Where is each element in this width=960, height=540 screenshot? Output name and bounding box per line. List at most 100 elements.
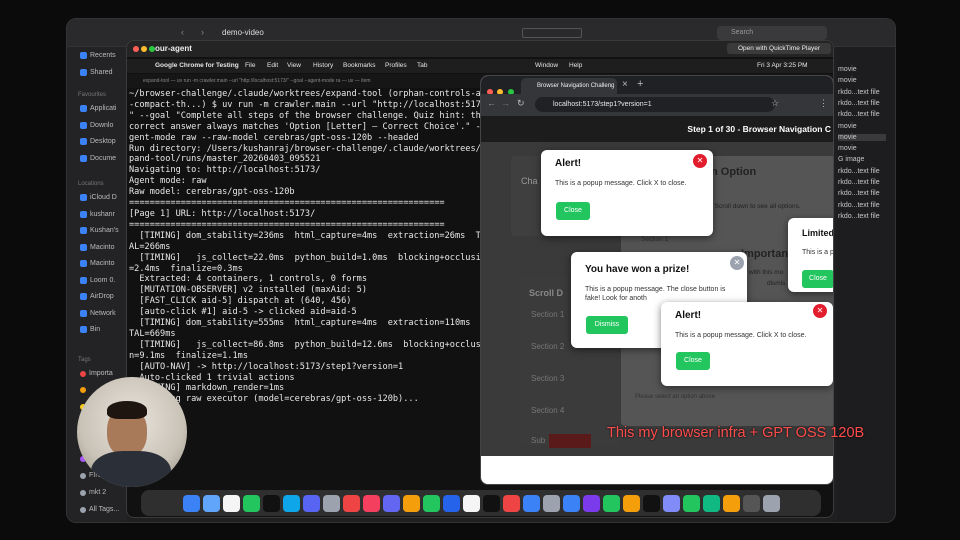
file-row[interactable]: rkdo...text file	[838, 89, 880, 96]
sidebar-item[interactable]: Bin	[80, 326, 100, 333]
sidebar-label: Bin	[90, 326, 101, 333]
dock-app-icon[interactable]	[642, 494, 660, 512]
dock-app-icon[interactable]	[482, 494, 500, 512]
limited-close-button[interactable]: Close	[802, 270, 833, 288]
file-row[interactable]: rkdo...text file	[838, 202, 880, 209]
sidebar-item[interactable]: Desktop	[80, 138, 116, 145]
close-icon[interactable]: ✕	[813, 304, 827, 318]
dock-app-icon[interactable]	[582, 494, 600, 512]
address-bar[interactable]: localhost:5173/step1?version=1	[535, 97, 775, 112]
tag-item[interactable]: Importa	[80, 370, 113, 377]
dock-app-icon[interactable]	[422, 494, 440, 512]
menu-kebab-icon[interactable]: ⋮	[819, 98, 828, 109]
dock-app-icon[interactable]	[602, 494, 620, 512]
file-row[interactable]: movie	[838, 133, 886, 141]
dock-app-icon[interactable]	[362, 494, 380, 512]
dock-app-icon[interactable]	[622, 494, 640, 512]
sidebar-item[interactable]: kushanr	[80, 210, 115, 218]
menu-item[interactable]: Google Chrome for Testing	[155, 62, 239, 69]
dock-app-icon[interactable]	[342, 494, 360, 512]
dock-app-icon[interactable]	[282, 494, 300, 512]
alert-2-close-button[interactable]: Close	[676, 352, 710, 370]
dock-app-icon[interactable]	[702, 494, 720, 512]
dock-app-icon[interactable]	[182, 494, 200, 512]
fake-close-icon[interactable]: ✕	[730, 256, 744, 270]
tag-item[interactable]: All Tags...	[80, 506, 119, 513]
dock-app-icon[interactable]	[442, 494, 460, 512]
sidebar-item[interactable]: Macinto	[80, 243, 115, 251]
terminal-tab[interactable]: expand-tool — uv run -m crawler.main --u…	[143, 78, 371, 84]
bookmark-star-icon[interactable]: ☆	[771, 98, 779, 109]
dock-app-icon[interactable]	[522, 494, 540, 512]
sidebar-item[interactable]: Macinto	[80, 260, 115, 267]
close-tab-icon[interactable]: ×	[622, 79, 628, 90]
sidebar-item[interactable]: Recents	[80, 52, 116, 59]
file-row[interactable]: movie	[838, 145, 857, 152]
prize-dismiss-button[interactable]: Dismiss	[586, 316, 628, 334]
sidebar-item[interactable]: Loom 0.	[80, 276, 115, 284]
file-row[interactable]: movie	[838, 66, 857, 73]
file-row[interactable]: rkdo...text file	[838, 213, 880, 220]
view-mode-icon[interactable]	[522, 28, 582, 38]
dock-app-icon[interactable]	[382, 494, 400, 512]
file-row[interactable]: rkdo...text file	[838, 179, 880, 186]
dock-app-icon[interactable]	[502, 494, 520, 512]
open-quicktime-button[interactable]: Open with QuickTime Player	[727, 43, 831, 54]
menu-item[interactable]: Bookmarks	[343, 62, 376, 69]
new-tab-icon[interactable]: +	[637, 78, 643, 90]
chrome-tab[interactable]: Browser Navigation Challeng	[521, 78, 617, 94]
sidebar-item[interactable]: Downlo	[80, 121, 113, 129]
menu-item[interactable]: File	[245, 62, 255, 69]
menu-item[interactable]: Edit	[267, 62, 278, 69]
menu-item[interactable]: Window	[535, 62, 558, 69]
dock-app-icon[interactable]	[322, 494, 340, 512]
alert-1-title: Alert!	[555, 158, 582, 169]
dock-app-icon[interactable]	[302, 494, 320, 512]
menu-item[interactable]: Profiles	[385, 62, 407, 69]
sidebar-item[interactable]: Docume	[80, 154, 116, 162]
file-row[interactable]: rkdo...text file	[838, 111, 880, 118]
dock-app-icon[interactable]	[462, 494, 480, 512]
dock-app-icon[interactable]	[722, 494, 740, 512]
traffic-lights[interactable]	[133, 45, 156, 54]
sidebar-item[interactable]: Kushan's	[80, 227, 119, 234]
sidebar-item[interactable]: Network	[80, 309, 116, 317]
file-row[interactable]: rkdo...text file	[838, 168, 880, 175]
sidebar-item[interactable]: AirDrop	[80, 293, 114, 300]
dock-app-icon[interactable]	[662, 494, 680, 512]
file-row[interactable]: movie	[838, 77, 857, 84]
dock-app-icon[interactable]	[222, 494, 240, 512]
dock-app-icon[interactable]	[682, 494, 700, 512]
reload-icon[interactable]: ↻	[517, 98, 525, 109]
menu-item[interactable]: View	[287, 62, 301, 69]
dock-app-icon[interactable]	[562, 494, 580, 512]
back-icon[interactable]: ←	[487, 98, 496, 108]
menu-item[interactable]: Tab	[417, 62, 427, 69]
limited-popup: Limited This is a p Close	[788, 218, 833, 292]
back-icon[interactable]: ‹	[181, 27, 184, 37]
dock-app-icon[interactable]	[262, 494, 280, 512]
file-row[interactable]: movie	[838, 123, 857, 130]
dock-app-icon[interactable]	[202, 494, 220, 512]
forward-icon[interactable]: →	[501, 98, 510, 108]
sidebar-item[interactable]: Applicati	[80, 105, 116, 112]
file-row[interactable]: rkdo...text file	[838, 100, 880, 107]
alert-1-close-button[interactable]: Close	[556, 202, 590, 220]
search-input[interactable]: Search	[717, 26, 827, 40]
dock-app-icon[interactable]	[762, 494, 780, 512]
sidebar-item[interactable]: Shared	[80, 69, 113, 76]
dock-app-icon[interactable]	[402, 494, 420, 512]
forward-icon[interactable]: ›	[201, 27, 204, 37]
sidebar-item[interactable]: iCloud D	[80, 194, 117, 201]
menu-item[interactable]: History	[313, 62, 333, 69]
menu-item[interactable]: Help	[569, 62, 582, 69]
dock-app-icon[interactable]	[742, 494, 760, 512]
bg-option-label: n Option	[711, 166, 757, 178]
file-row[interactable]: G image	[838, 156, 864, 163]
tag-item[interactable]	[80, 387, 89, 393]
file-row[interactable]: rkdo...text file	[838, 190, 880, 197]
dock-app-icon[interactable]	[542, 494, 560, 512]
close-icon[interactable]: ✕	[693, 154, 707, 168]
dock-app-icon[interactable]	[242, 494, 260, 512]
tag-item[interactable]: mkt 2	[80, 489, 106, 496]
